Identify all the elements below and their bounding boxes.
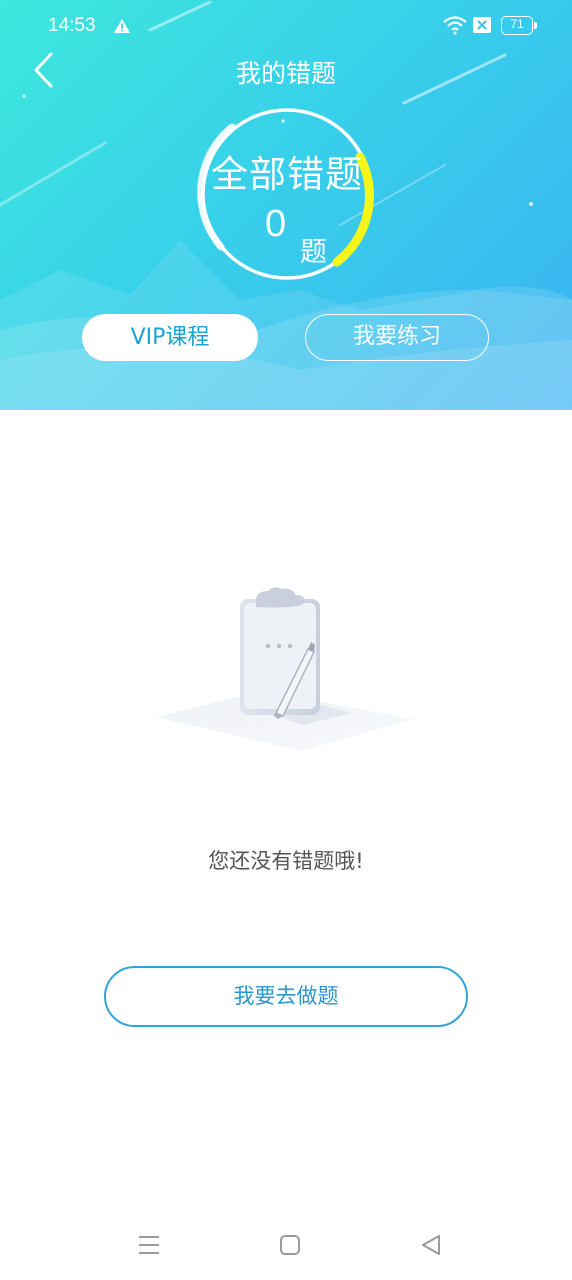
status-time: 14:53 [48,15,96,36]
sim-x-icon [472,16,492,39]
wifi-icon [442,15,468,40]
practice-button[interactable]: 我要练习 [305,314,489,361]
wrong-questions-count: 0 [265,203,287,245]
system-nav-bar [0,1210,572,1280]
status-bar: 14:53 71 [0,0,572,52]
menu-icon[interactable] [136,1232,162,1262]
warning-icon [113,17,131,39]
vip-course-button[interactable]: VIP课程 [82,314,258,361]
start-practice-button[interactable]: 我要去做题 [104,966,468,1027]
wrong-questions-unit: 题 [300,237,327,268]
home-icon[interactable] [278,1232,302,1262]
battery-level: 71 [510,17,524,31]
back-triangle-icon[interactable] [418,1232,444,1262]
wrong-questions-label: 全部错题 [211,153,363,196]
header-banner: 14:53 71 我的错题 全部错题 0 题 VIP课程 我要练习 [0,0,572,410]
empty-message: 您还没有错题哦! [208,849,364,873]
battery-icon: 71 [501,16,537,35]
clipboard-pen-icon [156,587,414,751]
page-title: 我的错题 [235,59,336,88]
